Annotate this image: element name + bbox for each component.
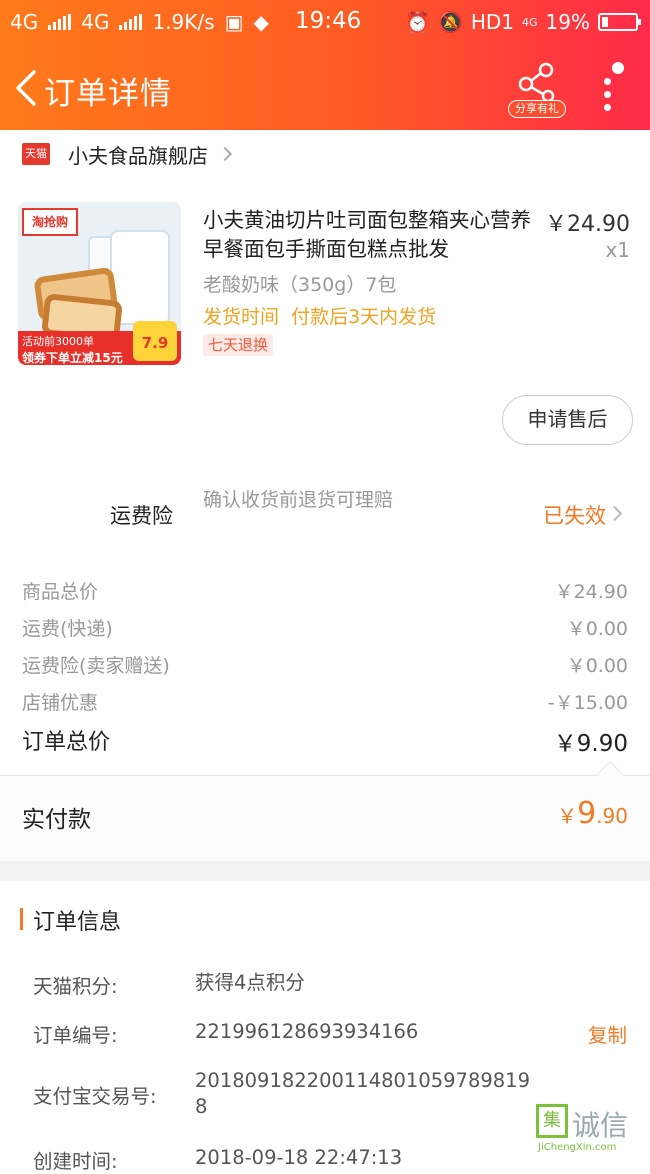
- actual-payment-box: 实付款 ￥9.90: [0, 760, 650, 861]
- product-title[interactable]: 小夫黄油切片吐司面包整箱夹心营养早餐面包手撕面包糕点批发: [203, 206, 538, 264]
- return-policy-badge: 七天退换: [203, 334, 274, 356]
- network-label-1: 4G: [10, 10, 39, 34]
- cost-row-insurance: 运费险(卖家赠送) ￥0.00: [22, 651, 628, 681]
- more-menu-button[interactable]: [596, 62, 626, 114]
- ship-value: 付款后3天内发货: [291, 306, 437, 328]
- alarm-icon: ⏰: [405, 10, 430, 34]
- share-label: 分享有礼: [508, 100, 566, 118]
- info-value: 2018091822001148010597898198: [195, 1069, 530, 1118]
- cost-label: 运费(快递): [22, 618, 113, 640]
- signal-icon-2: [119, 14, 143, 30]
- more-dot-icon: [604, 104, 611, 111]
- share-button[interactable]: 分享有礼: [508, 62, 566, 118]
- cost-value: -￥15.00: [547, 692, 628, 714]
- insurance-label: 运费险: [110, 504, 173, 528]
- chevron-right-icon: [217, 146, 233, 162]
- status-bar: 4G 4G 1.9K/s ▣ ◆ 19:46 ⏰ 🔕 HD1 4G 19%: [0, 0, 650, 46]
- total-label: 订单总价: [22, 730, 111, 755]
- screenshot-icon: ▣: [224, 10, 244, 34]
- product-price: ￥24.90: [545, 212, 630, 237]
- shipping-insurance-row[interactable]: 运费险 确认收货前退货可理赔 已失效: [0, 480, 650, 550]
- info-key: 创建时间:: [33, 1150, 118, 1173]
- clock: 19:46: [295, 8, 362, 34]
- order-total-row: 订单总价 ￥9.90: [22, 724, 628, 758]
- tmall-icon: 天猫: [22, 143, 50, 165]
- copy-button[interactable]: 复制: [588, 1019, 627, 1048]
- paid-value: ￥9.90: [557, 796, 628, 831]
- cost-row-goods: 商品总价 ￥24.90: [22, 577, 628, 607]
- info-value: 2018-09-18 22:47:13: [195, 1146, 403, 1169]
- order-info-heading: 订单信息: [0, 900, 650, 940]
- more-dot-icon: [604, 78, 611, 85]
- watermark-logo: 集 诚信 JiChengXin.com: [532, 1104, 650, 1155]
- notch: [595, 760, 625, 790]
- shop-name: 小夫食品旗舰店: [68, 143, 208, 168]
- info-key: 订单编号:: [33, 1024, 118, 1047]
- product-quantity: x1: [605, 238, 630, 262]
- watermark-box: 集: [536, 1104, 568, 1138]
- cost-label: 运费险(卖家赠送): [22, 655, 170, 677]
- product-ship-time: 发货时间 付款后3天内发货: [203, 302, 436, 329]
- chevron-right-icon: [606, 505, 623, 522]
- cost-row-shipping: 运费(快递) ￥0.00: [22, 614, 628, 644]
- watermark-url: JiChengXin.com: [538, 1142, 617, 1153]
- insurance-description: 确认收货前退货可理赔: [203, 489, 394, 511]
- cost-label: 商品总价: [22, 581, 99, 603]
- ship-label: 发货时间: [203, 306, 280, 328]
- cost-value: ￥24.90: [554, 581, 628, 603]
- network-label-2: 4G: [81, 10, 110, 34]
- insurance-status: 已失效: [543, 504, 606, 528]
- battery-percent: 19%: [545, 10, 590, 34]
- notification-dot: [612, 62, 624, 74]
- product-sku: 老酸奶味（350g）7包: [203, 274, 397, 296]
- thumb-logo: 淘抢购: [22, 208, 78, 236]
- info-value: 获得4点积分: [195, 971, 305, 994]
- lte-label: 4G: [522, 15, 538, 29]
- heading-accent-bar: [20, 908, 23, 930]
- more-dot-icon: [604, 91, 611, 98]
- total-value: ￥9.90: [553, 731, 628, 757]
- battery-icon: [598, 13, 641, 31]
- info-key: 支付宝交易号:: [33, 1085, 157, 1108]
- paid-integer: 9: [577, 796, 597, 831]
- watermark-text: 诚信: [572, 1109, 629, 1142]
- back-arrow-icon[interactable]: [12, 68, 40, 108]
- network-speed: 1.9K/s: [152, 10, 215, 34]
- shop-header[interactable]: 天猫 小夫食品旗舰店: [0, 130, 650, 178]
- cost-label: 店铺优惠: [22, 692, 99, 714]
- paid-label: 实付款: [22, 807, 91, 833]
- qq-icon: ◆: [253, 10, 269, 34]
- section-divider: [0, 861, 650, 881]
- paid-currency: ￥: [557, 804, 578, 828]
- order-info-title: 订单信息: [33, 910, 122, 935]
- thumb-price-tag: 7.9: [133, 321, 177, 361]
- product-thumbnail[interactable]: 淘抢购 活动前3000单 领券下单立减15元 7.9: [18, 202, 181, 365]
- page-title: 订单详情: [44, 76, 172, 112]
- paid-decimal: .90: [596, 804, 628, 828]
- cost-row-discount: 店铺优惠 -￥15.00: [22, 688, 628, 718]
- nav-bar: 订单详情 分享有礼: [0, 56, 650, 120]
- after-sale-button[interactable]: 申请售后: [502, 395, 633, 445]
- mute-icon: 🔕: [437, 10, 463, 34]
- header-bar: 4G 4G 1.9K/s ▣ ◆ 19:46 ⏰ 🔕 HD1 4G 19% 订单…: [0, 0, 650, 130]
- cost-value: ￥0.00: [566, 618, 628, 640]
- cost-value: ￥0.00: [566, 655, 628, 677]
- product-item[interactable]: 淘抢购 活动前3000单 领券下单立减15元 7.9 小夫黄油切片吐司面包整箱夹…: [0, 200, 650, 370]
- info-value: 221996128693934166: [195, 1020, 419, 1043]
- share-icon: [518, 62, 555, 102]
- signal-icon: [48, 14, 72, 30]
- hd-label: HD1: [470, 10, 515, 34]
- info-key: 天猫积分:: [33, 975, 118, 998]
